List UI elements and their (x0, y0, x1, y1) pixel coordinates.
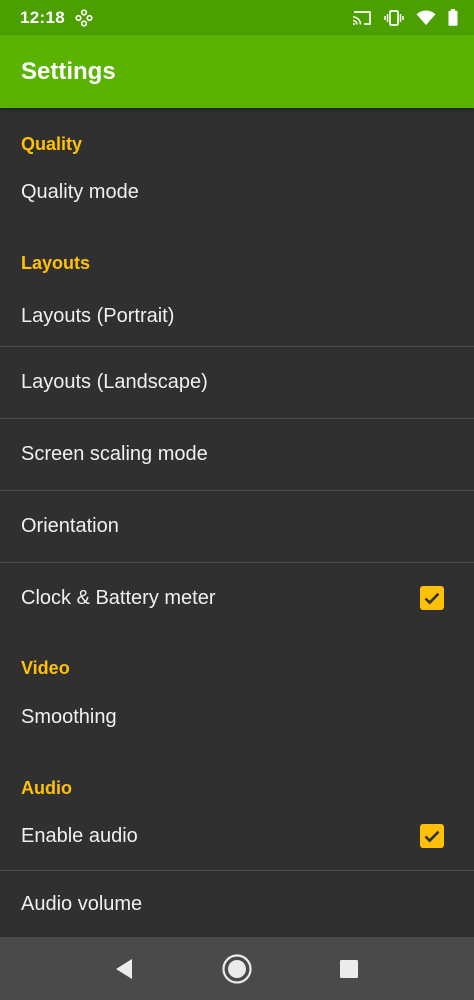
recents-button[interactable] (329, 937, 369, 1000)
check-icon (424, 592, 440, 605)
pref-title: Orientation (21, 515, 119, 537)
pref-enable-audio[interactable]: Enable audio (0, 812, 474, 860)
check-icon (424, 830, 440, 843)
pref-title: Quality mode (21, 180, 139, 203)
pref-audio-volume[interactable]: Audio volume (0, 871, 474, 937)
home-icon (222, 953, 252, 984)
pref-smoothing[interactable]: Smoothing (0, 693, 474, 741)
pref-layouts-portrait[interactable]: Layouts (Portrait) (0, 287, 474, 345)
pref-layouts-landscape[interactable]: Layouts (Landscape) (0, 347, 474, 418)
page-title: Settings (21, 57, 116, 85)
category-header-video: Video (21, 658, 70, 678)
pref-clock-battery-meter[interactable]: Clock & Battery meter (0, 563, 474, 633)
enable-audio-checkbox[interactable] (420, 824, 444, 848)
back-icon (116, 958, 132, 979)
status-left: 12:18 (20, 8, 93, 28)
navigation-bar (0, 937, 474, 1000)
pref-title: Smoothing (21, 705, 117, 728)
status-time: 12:18 (20, 7, 65, 27)
settings-screen: 12:18 Settings Quality Quality mode Layo… (0, 0, 474, 1000)
recents-icon (340, 959, 358, 978)
pref-orientation[interactable]: Orientation (0, 491, 474, 562)
pref-screen-scaling-mode[interactable]: Screen scaling mode (0, 419, 474, 490)
pref-title: Layouts (Portrait) (21, 304, 175, 327)
settings-list[interactable]: Quality Quality mode Layouts Layouts (Po… (0, 108, 474, 937)
vibrate-icon (384, 9, 404, 26)
category-header-audio: Audio (21, 778, 72, 798)
clock-battery-checkbox[interactable] (420, 586, 444, 610)
battery-icon (448, 9, 458, 26)
cast-icon (352, 10, 372, 26)
category-header-quality: Quality (21, 134, 83, 154)
pref-quality-mode[interactable]: Quality mode (0, 168, 474, 216)
wifi-icon (416, 9, 436, 26)
app-bar: Settings (0, 35, 474, 108)
pref-title: Audio volume (21, 892, 143, 915)
status-right (352, 9, 458, 26)
status-bar: 12:18 (0, 0, 474, 35)
pref-title: Clock & Battery meter (21, 586, 216, 609)
game-notification-icon (75, 8, 93, 27)
back-button[interactable] (104, 937, 144, 1000)
pref-title: Layouts (Landscape) (21, 371, 208, 393)
home-button[interactable] (217, 937, 257, 1000)
category-header-layouts: Layouts (21, 253, 91, 273)
pref-title: Screen scaling mode (21, 443, 208, 465)
pref-title: Enable audio (21, 824, 138, 847)
